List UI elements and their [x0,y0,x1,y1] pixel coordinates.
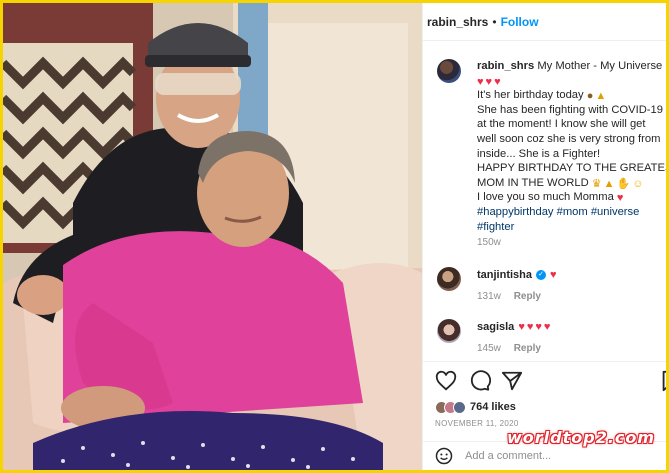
caption-line: She has been fighting with COVID-19 [477,103,663,116]
avatar[interactable] [437,59,461,83]
photo-illustration [3,3,422,470]
post-header: rabin_shrs • Follow [423,3,666,41]
post-side-panel: rabin_shrs • Follow rabin_shrs My Mother… [422,3,666,470]
post-photo[interactable] [3,3,422,470]
caption-line: It's her birthday today [477,89,584,102]
party-emoji-icon: ▲ [595,90,607,103]
post-date: NOVEMBER 11, 2020 [435,419,519,428]
likes-count[interactable]: 764 likes [470,401,516,413]
caption-line: HAPPY BIRTHDAY TO THE GREATEST [477,162,666,175]
header-username[interactable]: rabin_shrs [427,15,488,29]
avatar[interactable] [437,267,461,291]
caption-line: MOM IN THE WORLD [477,176,589,189]
hashtag-link[interactable]: #fighter [477,221,514,233]
follow-button[interactable]: Follow [501,15,539,29]
comment-item: sagisla ♥ ♥ ♥ ♥ 145w Reply [437,317,663,365]
heart-emoji-icon: ♥ [550,268,557,281]
comment-item: tanjintisha ✓ ♥ 131w Reply [437,265,663,313]
avatar [453,400,466,414]
avatar[interactable] [437,319,461,343]
heart-emoji-icon: ♥ [616,192,624,205]
watermark: worldtop2.com [507,428,656,447]
comment-input[interactable] [465,450,615,462]
hashtag-link[interactable]: #happybirthday [477,206,554,218]
heart-emoji-icon: ♥ [494,75,501,88]
smile-emoji-icon: ☺ [632,177,644,190]
comment-username[interactable]: sagisla [477,321,514,333]
save-icon[interactable] [659,370,666,392]
caption-line: at the moment! I know she will get [477,118,646,131]
heart-emoji-icon: ♥ [518,320,525,333]
heart-emoji-icon: ♥ [535,320,542,333]
cake-emoji-icon: ● [586,90,594,103]
caption-hearts: ♥ ♥ ♥ [477,74,666,89]
comment-username[interactable]: tanjintisha [477,269,532,281]
heart-icon[interactable] [435,370,457,392]
caption-line: well soon coz she is very strong from [477,132,661,145]
comment-timestamp: 145w [477,343,501,354]
comment-timestamp: 131w [477,291,501,302]
caption-text: rabin_shrs My Mother - My Universe ♥ ♥ ♥ I… [477,59,666,234]
verified-icon: ✓ [536,270,547,280]
hashtag-link[interactable]: #mom [557,206,588,218]
heart-emoji-icon: ♥ [485,75,493,88]
party-emoji-icon: ▲ [603,177,615,190]
share-icon[interactable] [501,370,523,392]
caption-line: My Mother - My Universe [537,60,663,72]
emoji-icon[interactable] [435,447,453,465]
header-separator: • [492,14,497,29]
reply-button[interactable]: Reply [514,291,541,302]
likes-summary[interactable]: 764 likes [435,399,516,415]
caption-timestamp: 150w [477,237,501,248]
crown-emoji-icon: ♛ [591,177,602,190]
caption-line: inside... She is a Fighter! [477,147,601,160]
post-frame: rabin_shrs • Follow rabin_shrs My Mother… [3,3,666,470]
reply-button[interactable]: Reply [514,343,541,354]
heart-emoji-icon: ♥ [477,75,484,88]
heart-emoji-icon: ♥ [543,320,551,333]
caption-line: I love you so much Momma [477,191,614,204]
hashtag-link[interactable]: #universe [591,206,640,218]
comment-icon[interactable] [469,370,491,392]
heart-emoji-icon: ♥ [526,320,534,333]
caption-username[interactable]: rabin_shrs [477,60,534,72]
pray-emoji-icon: ✋ [616,177,631,190]
